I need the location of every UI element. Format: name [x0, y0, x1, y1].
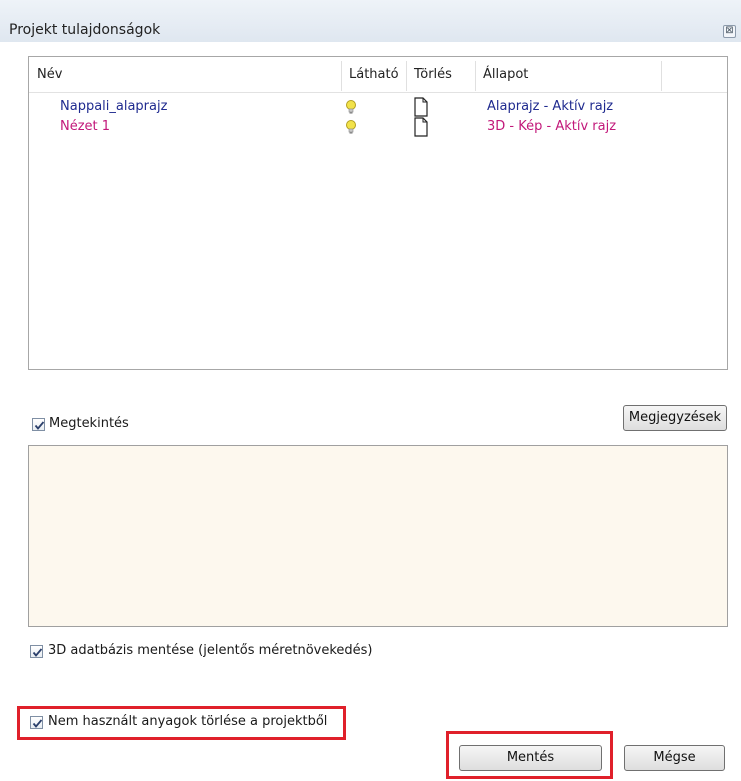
drawing-name: Nappali_alaprajz: [60, 99, 168, 114]
column-header-status[interactable]: Állapot: [475, 57, 528, 93]
column-header-delete[interactable]: Törlés: [406, 57, 452, 93]
close-icon[interactable]: ⊠: [723, 25, 736, 38]
title-bar: Projekt tulajdonságok ⊠: [0, 0, 741, 42]
document-icon[interactable]: [414, 117, 428, 137]
preview-checkbox[interactable]: [32, 418, 45, 431]
column-header-name[interactable]: Név: [29, 57, 62, 93]
window-title: Projekt tulajdonságok: [9, 22, 161, 38]
notes-button[interactable]: Megjegyzések: [623, 405, 727, 431]
preview-area: [28, 445, 728, 627]
preview-label: Megtekintés: [49, 416, 129, 431]
list-row[interactable]: Nappali_alaprajz Alaprajz - Aktív rajz: [29, 97, 727, 117]
lightbulb-icon[interactable]: [345, 119, 357, 135]
column-divider: [661, 61, 662, 91]
column-header-visible[interactable]: Látható: [341, 57, 399, 93]
delete-unused-materials-label: Nem használt anyagok törlése a projektbő…: [48, 714, 328, 729]
drawings-list: Név Látható Törlés Állapot Nappali_alapr…: [28, 56, 728, 370]
list-header: Név Látható Törlés Állapot: [29, 57, 727, 93]
drawing-name: Nézet 1: [60, 119, 111, 134]
document-icon[interactable]: [414, 97, 428, 117]
drawing-status: 3D - Kép - Aktív rajz: [487, 119, 617, 134]
list-row[interactable]: Nézet 1 3D - Kép - Aktív rajz: [29, 117, 727, 137]
drawing-status: Alaprajz - Aktív rajz: [487, 99, 614, 114]
save-3d-database-checkbox[interactable]: [30, 645, 43, 658]
checkmark-icon: [32, 648, 43, 657]
cancel-button[interactable]: Mégse: [624, 745, 725, 771]
lightbulb-icon[interactable]: [345, 99, 357, 115]
delete-unused-materials-checkbox[interactable]: [30, 716, 43, 729]
save-button[interactable]: Mentés: [459, 745, 602, 771]
checkmark-icon: [34, 421, 45, 430]
checkmark-icon: [32, 719, 43, 728]
save-3d-database-label: 3D adatbázis mentése (jelentős méretnöve…: [48, 643, 373, 658]
